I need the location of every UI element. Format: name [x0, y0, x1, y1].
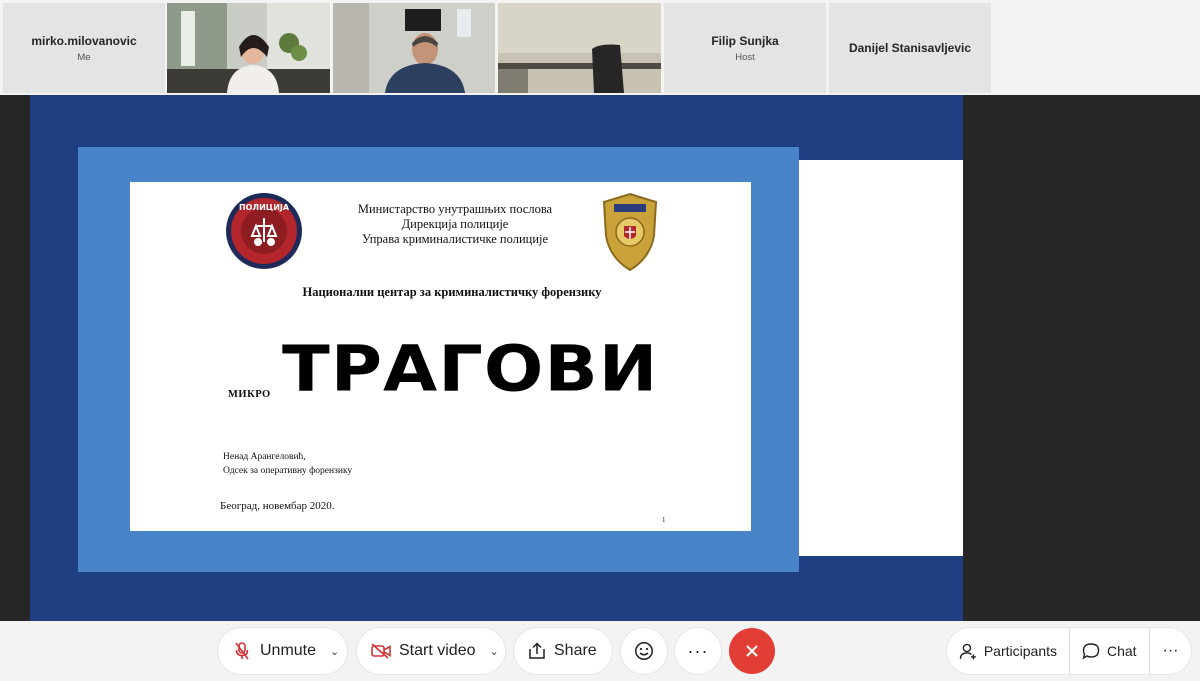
center-title: Национални центар за криминалистичку фор…: [302, 285, 602, 299]
share-label: Share: [554, 642, 597, 659]
emoji-icon: [635, 642, 653, 660]
ministry-line: Управа криминалистичке полиције: [361, 232, 549, 246]
chat-label: Chat: [1107, 643, 1137, 659]
unmute-button[interactable]: Unmute ⌄: [218, 628, 347, 674]
video-off-icon: [371, 643, 391, 659]
participants-button[interactable]: Participants: [947, 628, 1069, 674]
more-options-button[interactable]: ···: [675, 628, 721, 674]
title-prefix: МИКРО: [228, 389, 271, 400]
video-feed-office: [167, 3, 330, 93]
reactions-button[interactable]: [621, 628, 667, 674]
chat-button[interactable]: Chat: [1069, 628, 1149, 674]
slide-date: Београд, новембар 2020.: [220, 500, 335, 512]
presentation-slide: ПОЛИЦИЈА Министарство унутрашњих послова…: [130, 182, 751, 531]
video-feed-man: [333, 3, 495, 93]
shared-screen-area: ПОЛИЦИЈА Министарство унутрашњих послова…: [0, 95, 1200, 621]
close-icon: [746, 645, 758, 657]
panel-more-button[interactable]: ···: [1149, 628, 1191, 674]
participant-name: Filip Sunjka: [711, 33, 779, 48]
more-dots-icon: ···: [687, 640, 709, 661]
video-feed-empty-room: [498, 3, 661, 93]
ministry-line: Дирекција полиције: [401, 217, 509, 231]
mic-muted-icon: [235, 642, 249, 660]
participant-video-3[interactable]: [498, 3, 661, 93]
slide-title: ТРАГОВИ: [282, 332, 659, 406]
start-video-button[interactable]: Start video ⌄: [357, 628, 505, 674]
panel-controls: Participants Chat ···: [947, 628, 1191, 674]
police-badge-logo: [602, 192, 658, 272]
share-icon: [529, 642, 545, 659]
seal-text: ПОЛИЦИЈА: [239, 203, 290, 212]
participant-role: Me: [77, 51, 91, 63]
end-call-button[interactable]: [729, 628, 775, 674]
unmute-label: Unmute: [260, 642, 317, 659]
participant-tile-host[interactable]: Filip Sunjka Host: [664, 3, 826, 93]
shared-window-edge: [798, 160, 963, 556]
police-seal-logo: ПОЛИЦИЈА: [226, 193, 302, 269]
participant-name: Danijel Stanisavljevic: [848, 41, 972, 55]
ministry-line: Министарство унутрашњих послова: [357, 202, 553, 216]
chat-icon: [1082, 643, 1100, 660]
meeting-toolbar: Unmute ⌄ Start video ⌄ Share ··· Partici…: [0, 621, 1200, 681]
ministry-header: Министарство унутрашњих послова Дирекциј…: [320, 202, 590, 247]
author-line: Одсек за оперативну форензику: [223, 466, 353, 476]
more-dots-icon: ···: [1162, 642, 1179, 659]
participant-role: Host: [735, 51, 755, 63]
participant-tile-self[interactable]: mirko.milovanovic Me: [3, 3, 165, 93]
participant-name: mirko.milovanovic: [31, 33, 137, 48]
participants-icon: [959, 643, 976, 660]
chevron-down-icon[interactable]: ⌄: [330, 645, 339, 658]
participants-label: Participants: [983, 643, 1057, 659]
participant-video-2[interactable]: [333, 3, 495, 93]
participant-strip: mirko.milovanovic Me Filip Sunjka Host D…: [0, 0, 1200, 95]
slide-page-number: 1: [662, 516, 666, 524]
author-block: Ненад Арангеловић, Одсек за оперативну ф…: [223, 450, 352, 478]
chevron-down-icon[interactable]: ⌄: [489, 645, 498, 658]
author-line: Ненад Арангеловић,: [223, 452, 306, 462]
start-video-label: Start video: [399, 642, 476, 659]
share-button[interactable]: Share: [514, 628, 612, 674]
participant-tile[interactable]: Danijel Stanisavljevic: [829, 3, 991, 93]
participant-video-1[interactable]: [167, 3, 330, 93]
